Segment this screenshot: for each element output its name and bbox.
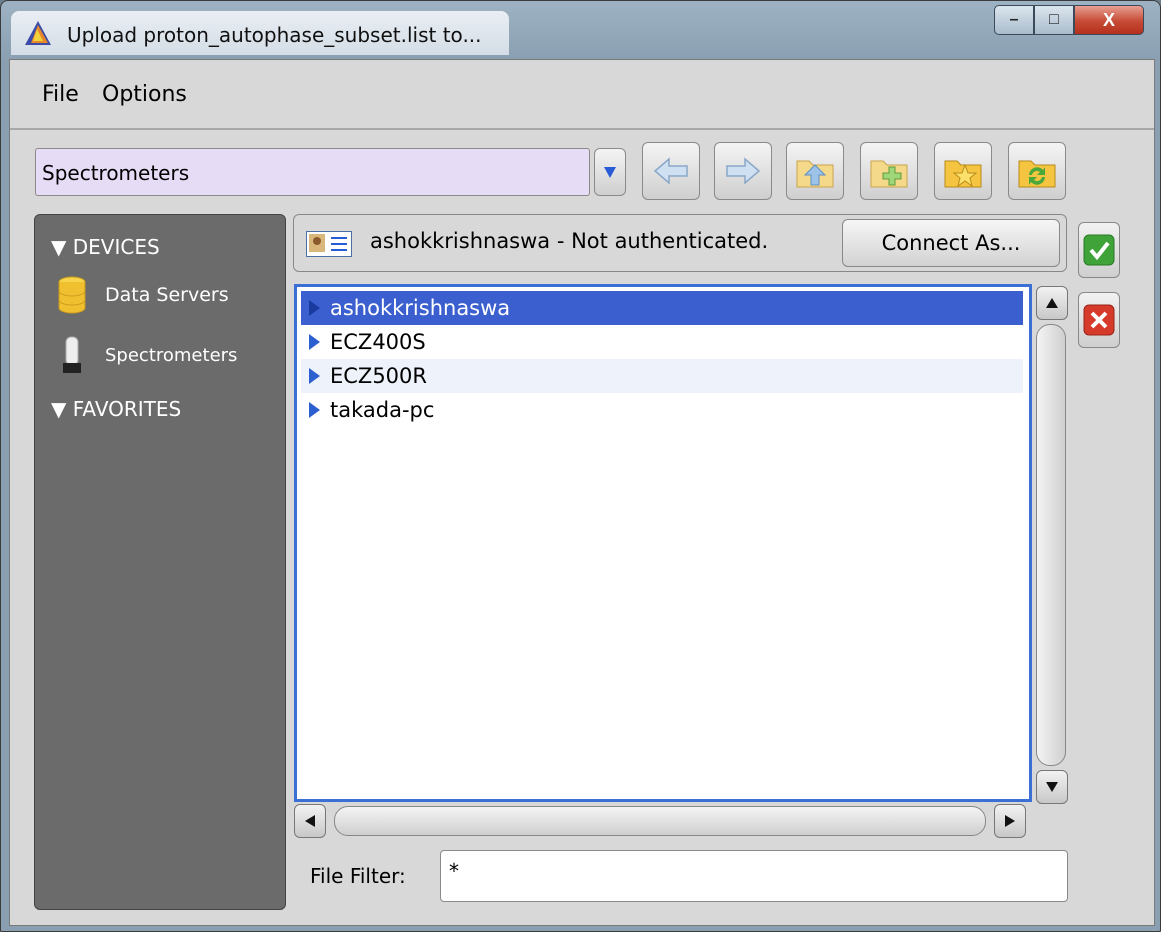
- favorites-header[interactable]: ▼ FAVORITES: [51, 397, 181, 421]
- checkmark-icon: [1083, 234, 1115, 266]
- list-item[interactable]: ECZ400S: [301, 325, 1023, 359]
- menu-file[interactable]: File: [42, 82, 79, 107]
- folder-up-button[interactable]: [786, 142, 844, 200]
- cancel-button[interactable]: [1078, 292, 1120, 348]
- maximize-icon: □: [1049, 11, 1059, 28]
- dropdown-icon: [604, 167, 616, 178]
- horizontal-scroll-thumb[interactable]: [334, 806, 986, 836]
- location-value: Spectrometers: [42, 161, 190, 185]
- vertical-scrollbar[interactable]: [1034, 286, 1070, 804]
- file-filter-input[interactable]: *: [440, 850, 1068, 902]
- database-icon: [55, 275, 89, 315]
- close-icon: X: [1102, 9, 1115, 30]
- scroll-up-button[interactable]: [1036, 286, 1068, 320]
- horizontal-scrollbar[interactable]: [294, 804, 1036, 840]
- right-arrow-icon: [1005, 815, 1015, 827]
- folder-up-icon: [796, 160, 834, 188]
- close-x-icon: [1083, 304, 1115, 336]
- minimize-button[interactable]: –: [994, 5, 1034, 35]
- favorites-header-label: FAVORITES: [72, 397, 182, 421]
- user-card-icon: [306, 231, 352, 257]
- user-status-bar: ashokkrishnaswa - Not authenticated. Con…: [293, 214, 1067, 272]
- scroll-right-button[interactable]: [994, 804, 1026, 838]
- devices-header-label: DEVICES: [72, 235, 160, 259]
- app-logo-icon: [23, 19, 53, 49]
- title-bar[interactable]: Upload proton_autophase_subset.list to..…: [1, 1, 1160, 59]
- sidebar-item-spectrometers[interactable]: Spectrometers: [55, 335, 237, 375]
- forward-arrow-icon: [726, 157, 761, 185]
- menu-options[interactable]: Options: [102, 82, 187, 107]
- spectrometer-icon: [55, 335, 89, 375]
- sidebar: ▼ DEVICES Data Servers Spectrometers ▼ F…: [34, 214, 286, 910]
- minimize-icon: –: [1009, 11, 1019, 28]
- forward-button[interactable]: [714, 142, 772, 200]
- sidebar-item-data-servers[interactable]: Data Servers: [55, 275, 229, 315]
- expand-arrow-icon[interactable]: [309, 368, 320, 384]
- expand-arrow-icon[interactable]: [309, 402, 320, 418]
- list-item-label: takada-pc: [330, 398, 435, 422]
- location-combo[interactable]: Spectrometers: [35, 148, 590, 196]
- left-arrow-icon: [305, 815, 315, 827]
- devices-header[interactable]: ▼ DEVICES: [51, 235, 160, 259]
- connect-as-button[interactable]: Connect As...: [842, 219, 1060, 267]
- up-arrow-icon: [1046, 298, 1058, 308]
- favorite-folder-button[interactable]: [934, 142, 992, 200]
- scroll-left-button[interactable]: [294, 804, 326, 838]
- new-folder-button[interactable]: [860, 142, 918, 200]
- sidebar-item-label: Data Servers: [105, 284, 229, 306]
- back-button[interactable]: [642, 142, 700, 200]
- list-item-label: ashokkrishnaswa: [330, 296, 511, 320]
- menu-bar: File Options: [10, 60, 1154, 130]
- auth-status-text: ashokkrishnaswa - Not authenticated.: [370, 229, 769, 253]
- expand-arrow-icon[interactable]: [309, 300, 320, 316]
- file-filter-label: File Filter:: [310, 864, 406, 888]
- dialog-client-area: File Options Spectrometers ▼ DEVICES Dat…: [9, 59, 1155, 926]
- sidebar-item-label: Spectrometers: [105, 344, 238, 366]
- close-window-button[interactable]: X: [1074, 5, 1144, 35]
- favorite-folder-icon: [944, 160, 982, 188]
- dialog-window: Upload proton_autophase_subset.list to..…: [0, 0, 1161, 932]
- back-arrow-icon: [653, 157, 688, 185]
- window-title: Upload proton_autophase_subset.list to..…: [67, 23, 482, 47]
- list-item[interactable]: ashokkrishnaswa: [301, 291, 1023, 325]
- maximize-button[interactable]: □: [1034, 5, 1074, 35]
- location-dropdown-button[interactable]: [594, 148, 626, 196]
- scroll-down-button[interactable]: [1036, 770, 1068, 804]
- list-item[interactable]: takada-pc: [301, 393, 1023, 427]
- ok-button[interactable]: [1078, 222, 1120, 278]
- down-arrow-icon: [1046, 782, 1058, 792]
- refresh-folder-icon: [1018, 160, 1056, 188]
- vertical-scroll-thumb[interactable]: [1036, 324, 1066, 766]
- new-folder-icon: [870, 160, 908, 188]
- file-list[interactable]: ashokkrishnaswa ECZ400S ECZ500R takada-p…: [294, 284, 1032, 802]
- list-item-label: ECZ500R: [330, 364, 427, 388]
- expand-arrow-icon[interactable]: [309, 334, 320, 350]
- list-item[interactable]: ECZ500R: [301, 359, 1023, 393]
- refresh-folder-button[interactable]: [1008, 142, 1066, 200]
- list-item-label: ECZ400S: [330, 330, 426, 354]
